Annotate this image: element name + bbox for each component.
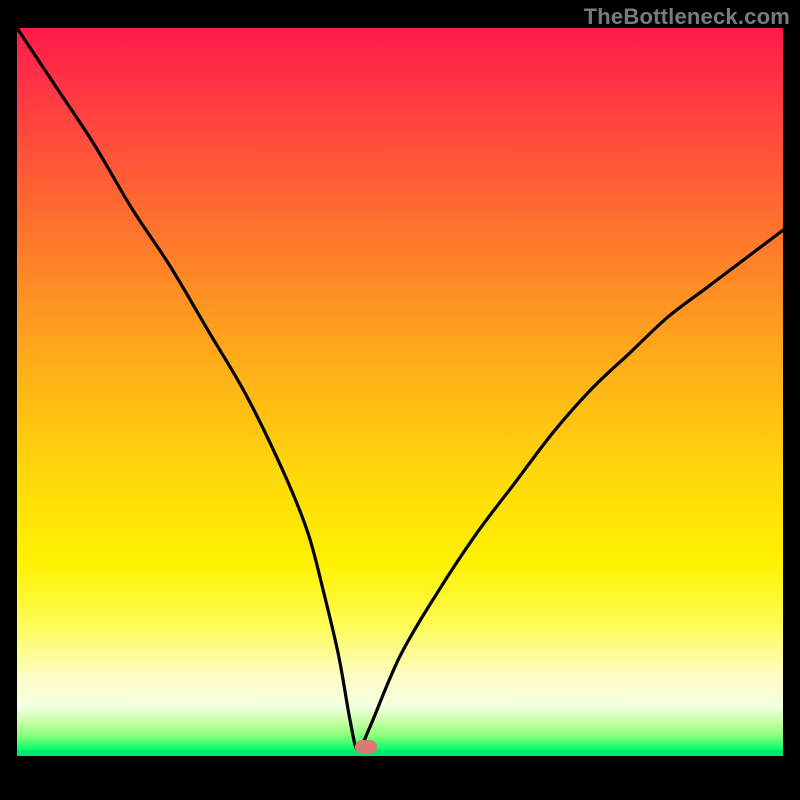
bottleneck-curve [17,28,783,750]
chart-frame: TheBottleneck.com [0,0,800,800]
notch-marker [355,740,377,754]
watermark-text: TheBottleneck.com [584,4,790,30]
green-baseline [17,750,783,756]
plot-area [17,28,783,788]
